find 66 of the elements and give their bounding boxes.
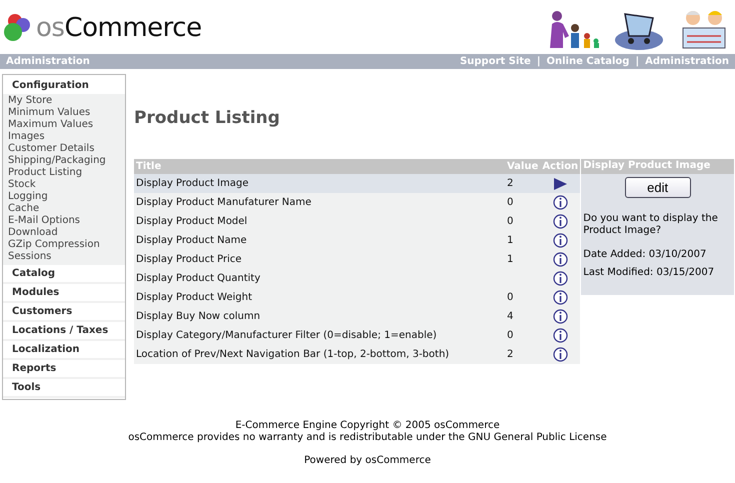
menu-item[interactable]: Stock xyxy=(8,179,120,191)
menu-item[interactable]: Cache xyxy=(8,203,120,215)
column-header: Action xyxy=(540,159,580,174)
last-modified: Last Modified: 03/15/2007 xyxy=(582,267,716,279)
menu-section[interactable]: Tools xyxy=(3,379,125,398)
table-cell: Display Product Price xyxy=(136,254,242,265)
table-cell: 2 xyxy=(506,178,514,189)
menu-item[interactable]: Maximum Values xyxy=(8,119,120,131)
page-title: Product Listing xyxy=(134,108,281,128)
info-icon[interactable] xyxy=(552,328,568,343)
menu-item[interactable]: Logging xyxy=(8,191,120,203)
table-cell: Location of Prev/Next Navigation Bar (1-top, 2-bottom, 3-both) xyxy=(136,349,450,360)
menu-section[interactable]: Catalog xyxy=(3,265,125,284)
info-icon[interactable] xyxy=(552,233,568,248)
info-icon[interactable] xyxy=(552,271,568,286)
table-cell: Display Category/Manufacturer Filter (0=disable; 1=enable) xyxy=(136,330,437,341)
info-icon[interactable] xyxy=(552,214,568,229)
table-cell: Display Product Quantity xyxy=(136,273,260,284)
arrow-icon xyxy=(553,178,568,190)
menu-section[interactable]: Localization xyxy=(3,341,125,360)
table-cell: 4 xyxy=(506,311,514,322)
menu-section[interactable]: Locations / Taxes xyxy=(3,322,125,341)
menu-item[interactable]: Product Listing xyxy=(8,167,120,179)
logo-text: osCommerce xyxy=(36,13,202,43)
link-separator: | xyxy=(536,56,540,67)
table-cell: 0 xyxy=(506,197,514,208)
table-cell: 0 xyxy=(506,292,514,303)
menu-item[interactable]: My Store xyxy=(8,95,120,107)
menu-section[interactable]: Reports xyxy=(3,360,125,379)
menu-item[interactable]: E-Mail Options xyxy=(8,215,120,227)
menu-item[interactable]: Download xyxy=(8,227,120,239)
menu-item[interactable]: Images xyxy=(8,131,120,143)
table-cell: 1 xyxy=(506,254,514,265)
menu-item[interactable]: Customer Details xyxy=(8,143,120,155)
table-cell: Display Product Model xyxy=(136,216,248,227)
edit-button[interactable]: edit xyxy=(624,177,691,198)
column-header: Title xyxy=(134,159,505,174)
date-added: Date Added: 03/10/2007 xyxy=(582,249,708,261)
menu-item[interactable]: Minimum Values xyxy=(8,107,120,119)
menu-item[interactable]: Sessions xyxy=(8,251,120,263)
table-cell: 0 xyxy=(506,216,514,227)
table-cell: Display Product Weight xyxy=(136,292,252,303)
info-icon[interactable] xyxy=(552,252,568,267)
powered-by-text: Powered by osCommerce xyxy=(304,455,431,467)
table-cell: 1 xyxy=(506,235,514,246)
info-icon[interactable] xyxy=(552,290,568,305)
admin-label: Administration xyxy=(6,56,90,67)
panel-title: Display Product Image xyxy=(581,159,734,174)
table-cell: 2 xyxy=(506,349,514,360)
menu-item[interactable]: GZip Compression xyxy=(8,239,120,251)
panel-description: Do you want to display the Product Image? xyxy=(582,213,719,237)
table-cell: Display Product Name xyxy=(136,235,247,246)
menu-section[interactable]: Customers xyxy=(3,303,125,322)
column-header: Value xyxy=(504,159,540,174)
info-icon[interactable] xyxy=(552,347,568,362)
table-cell: Display Product Manufaturer Name xyxy=(136,197,312,208)
menu-item[interactable]: Shipping/Packaging xyxy=(8,155,120,167)
copyright-text: E-Commerce Engine Copyright © 2005 osCommerce xyxy=(235,420,500,432)
link-separator: | xyxy=(635,56,640,67)
menu-section[interactable]: Modules xyxy=(3,284,125,303)
table-cell: Display Buy Now column xyxy=(136,311,260,322)
table-cell: 0 xyxy=(506,330,514,341)
license-text: osCommerce provides no warranty and is redistributable under the GNU General Public License xyxy=(128,432,607,444)
table-cell: Display Product Image xyxy=(136,178,249,189)
info-icon[interactable] xyxy=(552,309,568,324)
info-icon[interactable] xyxy=(552,195,568,210)
